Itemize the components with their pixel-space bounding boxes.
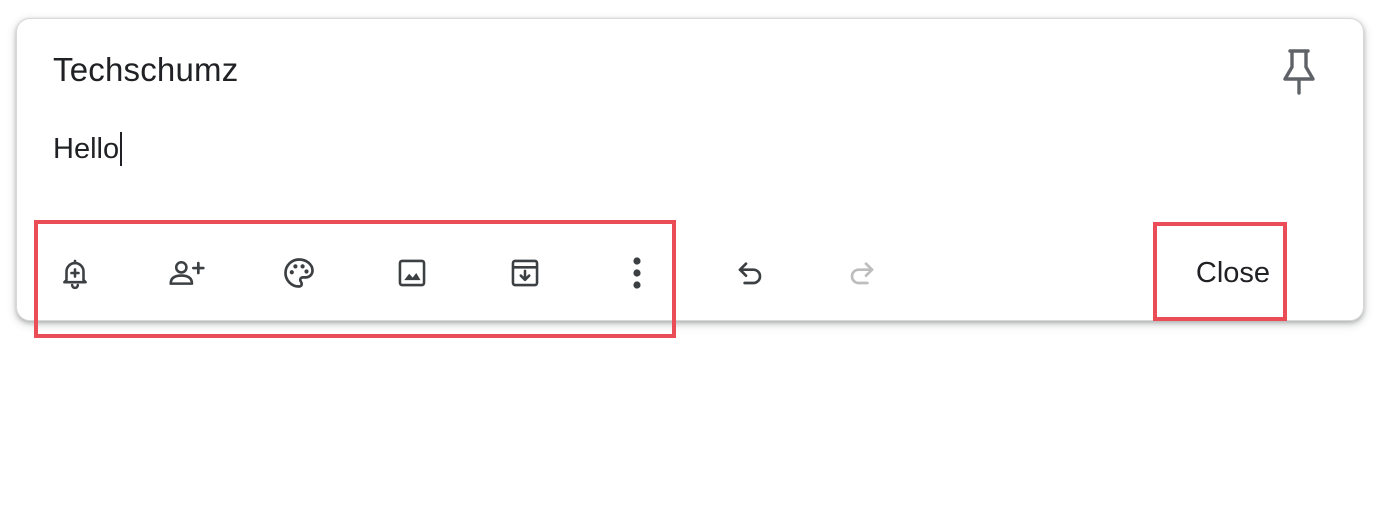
person-add-icon (169, 260, 205, 285)
undo-icon (738, 262, 762, 285)
close-button[interactable]: Close (1177, 249, 1289, 297)
remind-me-button[interactable] (49, 247, 101, 299)
note-card: Techschumz Hello Close (16, 18, 1364, 321)
add-image-button[interactable] (386, 247, 438, 299)
redo-icon (850, 262, 874, 285)
collaborator-button[interactable] (161, 247, 213, 299)
redo-button[interactable] (836, 247, 888, 299)
palette-icon (284, 258, 314, 288)
image-icon (398, 259, 426, 287)
undo-button[interactable] (724, 247, 776, 299)
archive-icon (511, 259, 539, 287)
text-caret (120, 132, 123, 166)
note-title[interactable]: Techschumz (53, 51, 238, 89)
archive-button[interactable] (499, 247, 551, 299)
bell-plus-icon (63, 259, 87, 290)
pin-button[interactable] (1275, 47, 1323, 95)
pin-icon (1283, 49, 1315, 95)
note-body-text: Hello (53, 133, 120, 165)
background-options-button[interactable] (273, 247, 325, 299)
note-body[interactable]: Hello (53, 131, 123, 167)
stage: Techschumz Hello Close (0, 0, 1382, 521)
more-vert-icon (633, 257, 641, 289)
more-options-button[interactable] (611, 247, 663, 299)
